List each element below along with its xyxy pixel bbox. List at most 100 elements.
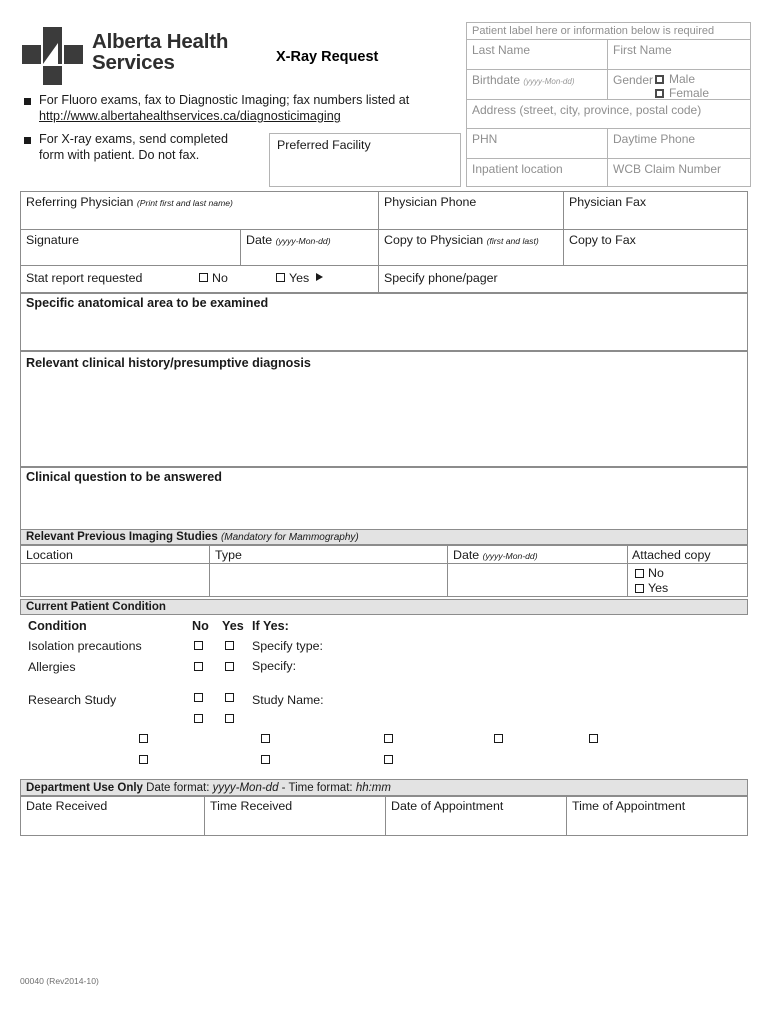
date-format-value: yyyy-Mon-dd xyxy=(212,782,279,794)
column-header-condition: Condition xyxy=(28,619,87,633)
divider xyxy=(20,563,748,564)
column-header-date-hint: (yyyy-Mon-dd) xyxy=(482,551,538,561)
previous-imaging-hint: (Mandatory for Mammography) xyxy=(220,532,359,543)
birthdate-hint: (yyyy-Mon-dd) xyxy=(523,77,575,86)
instruction-1-text: For Fluoro exams, fax to Diagnostic Imag… xyxy=(39,93,410,107)
unlabeled-checkbox[interactable] xyxy=(494,734,503,743)
instruction-2-line1: For X-ray exams, send completed xyxy=(39,132,228,146)
xray-request-form-page: Alberta Health Services X-Ray Request Fo… xyxy=(0,0,770,1024)
last-name-label: Last Name xyxy=(472,43,531,57)
stat-report-yes-label: Yes xyxy=(289,271,310,285)
unlabeled-checkbox[interactable] xyxy=(139,755,148,764)
stat-report-label: Stat report requested xyxy=(26,271,143,285)
time-format-prefix: - Time format: xyxy=(281,782,353,794)
unlabeled-checkbox[interactable] xyxy=(194,714,203,723)
clinical-question-label: Clinical question to be answered xyxy=(26,470,222,484)
date-text: Date xyxy=(246,233,273,247)
divider xyxy=(466,39,751,40)
column-header-type: Type xyxy=(215,548,242,562)
copy-to-physician-label: Copy to Physician (first and last) xyxy=(384,233,539,247)
allergies-no-checkbox[interactable] xyxy=(194,662,203,671)
unlabeled-checkbox[interactable] xyxy=(261,755,270,764)
copy-to-fax-label: Copy to Fax xyxy=(569,233,636,247)
research-study-yes-checkbox[interactable] xyxy=(225,693,234,702)
unlabeled-checkbox[interactable] xyxy=(225,714,234,723)
date-label: Date (yyyy-Mon-dd) xyxy=(246,233,331,247)
divider xyxy=(240,229,241,265)
condition-row-label: Research Study xyxy=(28,693,117,707)
divider xyxy=(627,545,628,597)
clinical-history-label: Relevant clinical history/presumptive di… xyxy=(26,356,311,370)
attached-copy-yes-checkbox[interactable] xyxy=(635,584,644,593)
physician-phone-label: Physician Phone xyxy=(384,195,477,209)
gender-female-checkbox[interactable] xyxy=(655,89,664,98)
column-header-if-yes: If Yes: xyxy=(252,619,289,633)
time-of-appointment-label: Time of Appointment xyxy=(572,799,686,813)
anatomical-area-label: Specific anatomical area to be examined xyxy=(26,296,269,310)
gender-female-label: Female xyxy=(669,86,710,100)
diagnostic-imaging-link[interactable]: http://www.albertahealthservices.ca/diag… xyxy=(39,109,341,123)
column-header-attached-copy: Attached copy xyxy=(632,548,711,562)
divider xyxy=(466,69,751,70)
org-name-line2: Services xyxy=(92,51,175,74)
allergies-yes-checkbox[interactable] xyxy=(225,662,234,671)
allergies-if-yes-label: Specify: xyxy=(252,659,297,673)
divider xyxy=(447,545,448,597)
time-format-value: hh:mm xyxy=(355,782,391,794)
attached-copy-no-checkbox[interactable] xyxy=(635,569,644,578)
research-study-if-yes-label: Study Name: xyxy=(252,693,324,707)
stat-report-no-label: No xyxy=(212,271,228,285)
department-use-title: Department Use Only Date format: yyyy-Mo… xyxy=(26,782,391,794)
address-label: Address (street, city, province, postal … xyxy=(472,103,702,117)
page-title: X-Ray Request xyxy=(276,49,379,65)
unlabeled-checkbox[interactable] xyxy=(384,734,393,743)
unlabeled-checkbox[interactable] xyxy=(384,755,393,764)
patient-label-banner: Patient label here or information below … xyxy=(472,25,715,37)
form-code: 00040 (Rev2014-10) xyxy=(20,976,99,986)
divider xyxy=(607,128,608,187)
previous-imaging-title-text: Relevant Previous Imaging Studies xyxy=(26,531,218,543)
isolation-if-yes-label: Specify type: xyxy=(252,639,323,653)
stat-report-yes-checkbox[interactable] xyxy=(276,273,285,282)
gender-male-checkbox[interactable] xyxy=(655,75,664,84)
divider xyxy=(20,229,748,230)
inpatient-location-label: Inpatient location xyxy=(472,162,563,176)
divider xyxy=(209,545,210,597)
research-study-no-checkbox[interactable] xyxy=(194,693,203,702)
referring-physician-label: Referring Physician (Print first and las… xyxy=(26,195,233,209)
divider xyxy=(563,191,564,265)
divider xyxy=(466,158,751,159)
column-header-no: No xyxy=(192,619,209,633)
org-name-line1: Alberta Health xyxy=(92,30,229,53)
date-hint: (yyyy-Mon-dd) xyxy=(275,236,331,246)
daytime-phone-label: Daytime Phone xyxy=(613,132,696,146)
divider xyxy=(607,69,608,99)
divider xyxy=(378,191,379,293)
date-received-label: Date Received xyxy=(26,799,108,813)
referring-physician-hint: (Print first and last name) xyxy=(136,198,233,208)
divider xyxy=(566,796,567,836)
column-header-date: Date (yyyy-Mon-dd) xyxy=(453,548,538,562)
divider xyxy=(466,128,751,129)
department-use-title-text: Department Use Only xyxy=(26,782,143,794)
unlabeled-checkbox[interactable] xyxy=(261,734,270,743)
unlabeled-checkbox[interactable] xyxy=(139,734,148,743)
referring-physician-text: Referring Physician xyxy=(26,195,134,209)
previous-imaging-title: Relevant Previous Imaging Studies (Manda… xyxy=(26,531,359,543)
instruction-2: For X-ray exams, send completed form wit… xyxy=(39,131,269,163)
square-bullet-icon xyxy=(24,98,31,105)
gender-male-label: Male xyxy=(669,72,696,86)
condition-row-label: Isolation precautions xyxy=(28,639,142,653)
specify-phone-pager-label: Specify phone/pager xyxy=(384,271,498,285)
wcb-claim-number-label: WCB Claim Number xyxy=(613,162,722,176)
signature-label: Signature xyxy=(26,233,80,247)
isolation-yes-checkbox[interactable] xyxy=(225,641,234,650)
attached-copy-no-label: No xyxy=(648,566,664,580)
stat-report-no-checkbox[interactable] xyxy=(199,273,208,282)
unlabeled-checkbox[interactable] xyxy=(589,734,598,743)
current-condition-title: Current Patient Condition xyxy=(26,601,166,613)
preferred-facility-label: Preferred Facility xyxy=(277,138,371,152)
isolation-no-checkbox[interactable] xyxy=(194,641,203,650)
instruction-1: For Fluoro exams, fax to Diagnostic Imag… xyxy=(39,92,459,124)
birthdate-text: Birthdate xyxy=(472,73,521,87)
